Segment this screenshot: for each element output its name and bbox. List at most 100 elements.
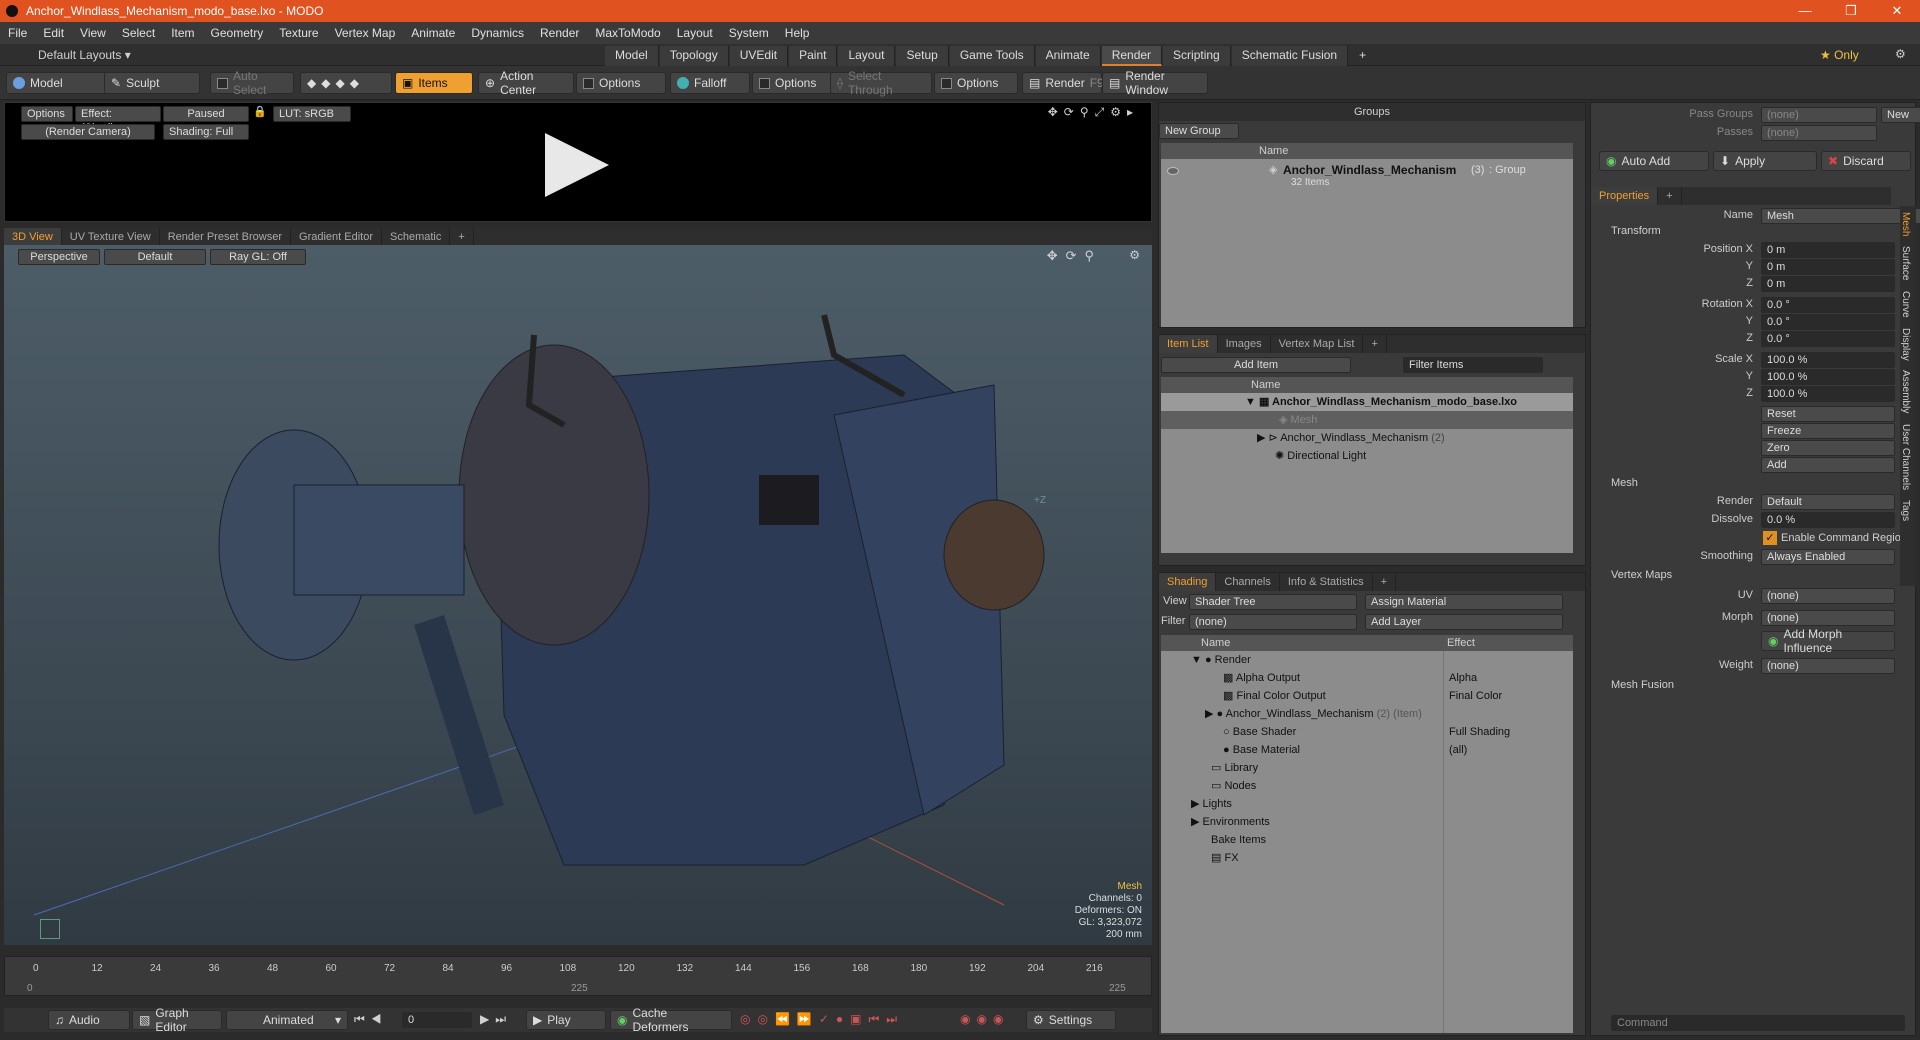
menu-dynamics[interactable]: Dynamics — [463, 26, 532, 40]
only-toggle[interactable]: ★ Only — [1820, 48, 1859, 62]
tab-render[interactable]: Render — [1101, 46, 1163, 66]
add-item-dropdown[interactable]: Add Item — [1161, 357, 1351, 373]
position-y-input[interactable]: 0 m — [1761, 259, 1895, 275]
close-button[interactable]: ✕ — [1874, 0, 1920, 22]
menu-texture[interactable]: Texture — [271, 26, 326, 40]
list-item[interactable]: ▤ FX — [1161, 849, 1573, 867]
zero-dropdown[interactable]: Zero — [1761, 440, 1895, 456]
position-z-input[interactable]: 0 m — [1761, 276, 1895, 292]
render-dropdown[interactable]: Default — [1761, 494, 1895, 510]
smoothing-dropdown[interactable]: Always Enabled — [1761, 549, 1895, 565]
scale-x-input[interactable]: 100.0 % — [1761, 352, 1895, 368]
viewport-3d[interactable]: Perspective Default Ray GL: Off ✥⟳⚲ ⚙ +X… — [4, 245, 1152, 945]
timeline[interactable]: 0 12 24 36 48 60 72 84 96 108 120 132 144 156 168 180 19… — [4, 956, 1152, 996]
key-controls-icons[interactable]: ◎◎⏪⏩✓●▣⏮⏭ — [740, 1012, 904, 1027]
falloff-options[interactable]: Options — [752, 72, 832, 94]
preview-nav-icons[interactable]: ✥⟳⚲⤢⚙▸ — [1048, 105, 1139, 120]
tab-scripting[interactable]: Scripting — [1163, 46, 1231, 66]
tab-setup[interactable]: Setup — [896, 46, 949, 66]
list-item[interactable]: ● Base Material (all) — [1161, 741, 1573, 759]
maximize-button[interactable]: ❐ — [1828, 0, 1874, 22]
menu-system[interactable]: System — [721, 26, 777, 40]
tab-images[interactable]: Images — [1218, 335, 1271, 353]
transform-section[interactable]: Transform — [1611, 225, 1661, 237]
action-center-button[interactable]: ⊕ Action Center — [478, 69, 574, 97]
menu-vertex-map[interactable]: Vertex Map — [327, 26, 404, 40]
tab-channels[interactable]: Channels — [1216, 573, 1280, 591]
sculpt-button[interactable]: ✎ Sculpt — [104, 72, 200, 94]
tab-model[interactable]: Model — [605, 46, 659, 66]
tab-3d-view[interactable]: 3D View — [4, 228, 62, 246]
list-item[interactable]: ▼ ▦ Anchor_Windlass_Mechanism_modo_base.… — [1161, 393, 1573, 411]
mesh-section[interactable]: Mesh — [1611, 477, 1638, 489]
discard-button[interactable]: ✖ Discard — [1821, 151, 1911, 171]
rotation-y-input[interactable]: 0.0 ° — [1761, 314, 1895, 330]
tab-uv-texture-view[interactable]: UV Texture View — [62, 228, 160, 246]
list-item[interactable]: ▶ ● Anchor_Windlass_Mechanism (2) (Item) — [1161, 705, 1573, 723]
tab-gradient-editor[interactable]: Gradient Editor — [291, 228, 382, 246]
new-group-button[interactable]: New Group — [1159, 123, 1239, 139]
reset-dropdown[interactable]: Reset — [1761, 406, 1895, 422]
name-input[interactable]: Mesh — [1761, 208, 1920, 224]
tab-item-list[interactable]: Item List — [1159, 335, 1218, 353]
assign-material-dropdown[interactable]: Assign Material — [1365, 594, 1563, 610]
side-tab-curve[interactable]: Curve — [1900, 291, 1911, 318]
record-icons[interactable]: ◉◉◉ — [960, 1012, 1009, 1026]
scale-z-input[interactable]: 100.0 % — [1761, 386, 1895, 402]
side-tab-user-channels[interactable]: User Channels — [1900, 424, 1911, 490]
preview-options-button[interactable]: Options — [21, 106, 73, 122]
tab-vertex-map-list[interactable]: Vertex Map List — [1271, 335, 1364, 353]
side-tab-display[interactable]: Display — [1900, 328, 1911, 361]
graph-editor-button[interactable]: ▧ Graph Editor — [132, 1006, 222, 1034]
camera-dropdown[interactable]: (Render Camera) — [21, 124, 155, 140]
tab-game-tools[interactable]: Game Tools — [949, 46, 1035, 66]
action-center-options[interactable]: Options — [576, 72, 666, 94]
pass-groups-dropdown[interactable]: (none) — [1761, 107, 1877, 123]
list-item[interactable]: ▶ ⊳ Anchor_Windlass_Mechanism (2) — [1161, 429, 1573, 447]
position-x-input[interactable]: 0 m — [1761, 242, 1895, 258]
tab-topology[interactable]: Topology — [659, 46, 729, 66]
tab-shading[interactable]: Shading — [1159, 573, 1217, 591]
add-dropdown[interactable]: Add — [1761, 457, 1895, 473]
add-tab-button[interactable]: + — [1373, 573, 1397, 591]
shading-filter-dropdown[interactable]: (none) — [1189, 614, 1357, 630]
items-button[interactable]: ▣ Items — [395, 72, 473, 94]
list-item[interactable]: ◈ Mesh — [1161, 411, 1573, 429]
list-item[interactable]: ○ Base Shader Full Shading — [1161, 723, 1573, 741]
new-pass-group-button[interactable]: New — [1881, 107, 1920, 123]
tab-paint[interactable]: Paint — [789, 46, 838, 66]
animated-dropdown[interactable]: Animated ▾ — [226, 1010, 348, 1030]
select-through-options[interactable]: Options — [934, 72, 1018, 94]
gear-icon[interactable]: ⚙ — [1895, 47, 1906, 61]
auto-add-button[interactable]: ◉ Auto Add — [1599, 151, 1709, 171]
filter-items-input[interactable]: Filter Items — [1403, 357, 1543, 373]
group-item-name[interactable]: Anchor_Windlass_Mechanism — [1283, 163, 1456, 177]
add-tab-button[interactable]: + — [1363, 335, 1387, 353]
minimize-button[interactable]: — — [1782, 0, 1828, 22]
rotation-x-input[interactable]: 0.0 ° — [1761, 297, 1895, 313]
add-layer-dropdown[interactable]: Add Layer — [1365, 614, 1563, 630]
menu-maxtomodo[interactable]: MaxToModo — [587, 26, 668, 40]
command-input[interactable]: Command — [1611, 1015, 1905, 1031]
paused-toggle[interactable]: Paused — [163, 106, 249, 122]
layout-selector[interactable]: Default Layouts ▾ — [38, 48, 131, 62]
menu-view[interactable]: View — [72, 26, 114, 40]
menu-help[interactable]: Help — [777, 26, 818, 40]
passes-dropdown[interactable]: (none) — [1761, 125, 1877, 141]
list-item[interactable]: ▼ ● Render — [1161, 651, 1573, 669]
scale-y-input[interactable]: 100.0 % — [1761, 369, 1895, 385]
lock-icon[interactable]: 🔒 — [253, 105, 267, 118]
apply-button[interactable]: ⬇ Apply — [1713, 151, 1817, 171]
tab-layout[interactable]: Layout — [838, 46, 896, 66]
menu-geometry[interactable]: Geometry — [203, 26, 272, 40]
frame-input[interactable]: 0 — [402, 1012, 472, 1028]
freeze-dropdown[interactable]: Freeze — [1761, 423, 1895, 439]
menu-file[interactable]: File — [0, 26, 35, 40]
visibility-eye-icon[interactable] — [1167, 167, 1179, 175]
rotation-z-input[interactable]: 0.0 ° — [1761, 331, 1895, 347]
play-icon[interactable] — [545, 133, 609, 197]
select-through-button[interactable]: ⟠ Select Through — [830, 69, 932, 97]
menu-edit[interactable]: Edit — [35, 26, 72, 40]
effect-dropdown[interactable]: Effect: (Shadi... — [75, 106, 161, 134]
transport-fwd-icons[interactable]: ▶⏭ — [480, 1012, 512, 1027]
